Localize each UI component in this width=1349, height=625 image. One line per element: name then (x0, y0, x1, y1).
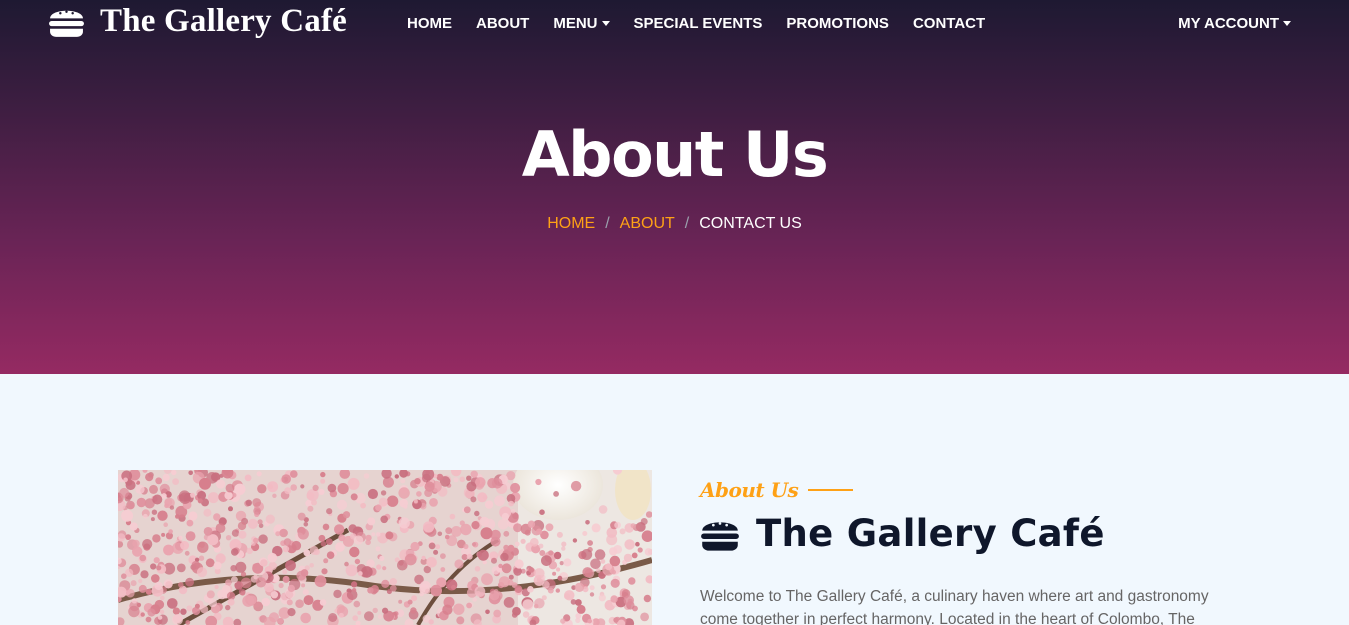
nav-menu-label: MENU (553, 14, 598, 32)
my-account-dropdown[interactable]: MY ACCOUNT (1166, 15, 1303, 32)
nav-home[interactable]: HOME (395, 15, 464, 32)
chevron-down-icon (601, 20, 610, 26)
section-tag: About Us (700, 478, 854, 502)
nav-contact[interactable]: CONTACT (901, 15, 997, 32)
brand-name: The Gallery Café (100, 2, 347, 39)
nav-home-label: HOME (407, 14, 452, 32)
breadcrumb-separator: / (684, 215, 690, 232)
about-heading: The Gallery Café (700, 512, 1105, 555)
about-description: Welcome to The Gallery Café, a culinary … (700, 588, 1209, 625)
nav-special-events-label: SPECIAL EVENTS (633, 14, 763, 32)
breadcrumb-separator: / (605, 215, 610, 232)
nav-contact-label: CONTACT (912, 14, 986, 32)
my-account-label: MY ACCOUNT (1178, 14, 1279, 32)
nav-menu-dropdown[interactable]: MENU (541, 15, 621, 32)
hamburger-icon (49, 10, 84, 37)
breadcrumb-current: CONTACT US (699, 215, 802, 232)
brand[interactable]: The Gallery Café (48, 0, 347, 42)
navbar: The Gallery Café HOME ABOUT MENU SPECIAL… (0, 0, 1349, 46)
nav-promotions-label: PROMOTIONS (786, 14, 889, 32)
hamburger-icon (701, 521, 739, 551)
nav-about-label: ABOUT (476, 14, 530, 32)
nav-about[interactable]: ABOUT (464, 15, 541, 32)
breadcrumb: HOME / ABOUT / CONTACT US (0, 215, 1349, 233)
breadcrumb-home[interactable]: HOME (547, 215, 595, 233)
about-image-cherry-blossoms (118, 470, 652, 625)
breadcrumb-about[interactable]: ABOUT (620, 215, 675, 233)
nav-special-events[interactable]: SPECIAL EVENTS (622, 15, 775, 32)
about-heading-text: The Gallery Café (756, 512, 1105, 555)
nav-links: HOME ABOUT MENU SPECIAL EVENTS PROMOTION… (395, 0, 997, 46)
account-menu: MY ACCOUNT (1166, 0, 1303, 46)
chevron-down-icon (1283, 20, 1291, 26)
nav-promotions[interactable]: PROMOTIONS (774, 15, 901, 32)
section-tag-line (808, 489, 854, 491)
page-title: About Us (521, 118, 829, 191)
section-tag-text: About Us (700, 478, 799, 502)
